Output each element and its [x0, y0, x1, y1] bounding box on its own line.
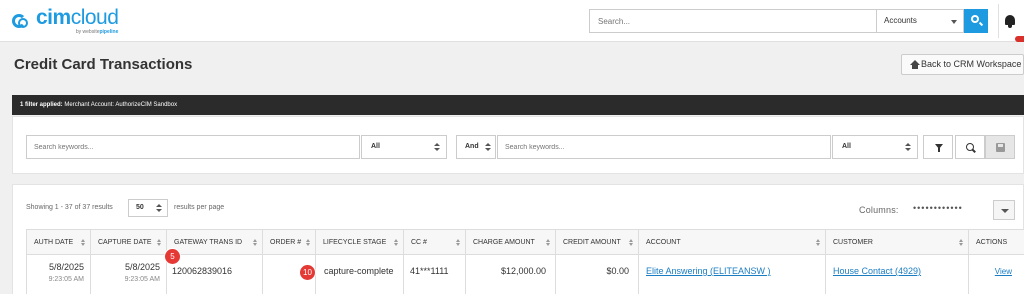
cell-charge-amount: $12,000.00 — [465, 255, 555, 294]
cimcloud-logo[interactable]: cimcloud by websitepipeline — [12, 6, 119, 35]
header-lifecycle-stage[interactable]: LIFECYCLE STAGE — [315, 230, 403, 255]
header-capture-date[interactable]: CAPTURE DATE — [90, 230, 166, 255]
applied-filters-bar: 1 filter applied: Merchant Account: Auth… — [12, 95, 1024, 115]
keyword-search-input-2[interactable] — [497, 135, 831, 159]
header-order-number[interactable]: ORDER # — [262, 230, 315, 255]
logo-tagline: by websitepipeline — [75, 29, 119, 35]
per-page-value: 50 — [136, 204, 144, 211]
filter-description: Merchant Account: AuthorizeCIM Sandbox — [64, 102, 178, 108]
cell-account: Elite Answering (ELITEANSW ) — [638, 255, 825, 294]
notifications-bell-icon[interactable] — [1003, 14, 1017, 28]
header-account[interactable]: ACCOUNT — [638, 230, 825, 255]
top-navigation-bar: cimcloud by websitepipeline Accounts — [0, 0, 1024, 42]
results-per-page-select[interactable]: 50 — [128, 199, 168, 217]
search-icon — [971, 15, 979, 23]
header-gateway-trans-id[interactable]: GATEWAY TRANS ID — [166, 230, 262, 255]
sort-icon — [959, 239, 964, 247]
caret-down-icon — [951, 20, 957, 24]
header-cc-number[interactable]: CC # — [403, 230, 465, 255]
account-link[interactable]: Elite Answering (ELITEANSW ) — [646, 266, 771, 276]
filter-button[interactable] — [923, 135, 953, 159]
conjunction-value: And — [465, 143, 479, 150]
search-button[interactable] — [955, 135, 985, 159]
cimcloud-logo-icon — [12, 10, 34, 32]
header-charge-amount[interactable]: CHARGE AMOUNT — [465, 230, 555, 255]
back-to-crm-workspace-button[interactable]: Back to CRM Workspace — [901, 54, 1024, 75]
header-auth-date[interactable]: AUTH DATE — [26, 230, 90, 255]
sort-icon — [253, 239, 258, 247]
updown-arrows-icon — [485, 143, 491, 152]
header-actions: ACTIONS — [968, 230, 1024, 255]
annotation-badge-5: 5 — [165, 249, 180, 264]
home-icon — [910, 60, 920, 69]
filter-count: 1 filter applied: — [20, 102, 63, 108]
search-scope-select[interactable]: Accounts — [876, 9, 964, 33]
sort-icon — [546, 239, 551, 247]
cell-customer: House Contact (4929) — [825, 255, 968, 294]
updown-arrows-icon — [434, 143, 440, 152]
cell-credit-amount: $0.00 — [555, 255, 638, 294]
search-icon — [966, 143, 974, 151]
cell-cc-number: 41***1111 — [403, 255, 465, 294]
global-search-input[interactable] — [589, 9, 876, 33]
search-field-1-value: All — [371, 143, 380, 150]
cell-capture-date: 5/8/2025 9:23:05 AM — [90, 255, 166, 294]
cell-lifecycle-stage: capture-complete — [315, 255, 403, 294]
global-search-button[interactable] — [964, 9, 988, 33]
header-credit-amount[interactable]: CREDIT AMOUNT — [555, 230, 638, 255]
keyword-search-input-1[interactable] — [26, 135, 360, 159]
per-page-label: results per page — [174, 204, 225, 211]
search-scope-value: Accounts — [884, 16, 917, 25]
save-icon — [996, 143, 1005, 152]
filter-icon — [935, 144, 943, 152]
columns-selector[interactable]: •••••••••••• — [913, 203, 963, 213]
updown-arrows-icon — [156, 204, 162, 213]
sort-icon — [816, 239, 821, 247]
page-title: Credit Card Transactions — [14, 56, 193, 73]
customer-link[interactable]: House Contact (4929) — [833, 266, 921, 276]
divider — [998, 4, 999, 38]
search-field-2-value: All — [842, 143, 851, 150]
cell-gateway-trans-id: 120062839016 — [166, 255, 262, 294]
header-customer[interactable]: CUSTOMER — [825, 230, 968, 255]
sort-icon — [157, 239, 162, 247]
search-field-select-1[interactable]: All — [361, 135, 447, 159]
columns-dropdown-button[interactable] — [993, 200, 1015, 220]
sort-icon — [629, 239, 634, 247]
cell-actions: View — [968, 255, 1024, 294]
search-field-select-2[interactable]: All — [832, 135, 918, 159]
sort-icon — [394, 239, 399, 247]
logo-word-bold: cim — [36, 6, 71, 29]
sort-icon — [81, 239, 86, 247]
notification-badge — [1015, 36, 1024, 42]
updown-arrows-icon — [905, 143, 911, 152]
sort-icon — [456, 239, 461, 247]
conjunction-select[interactable]: And — [456, 135, 496, 159]
back-button-label: Back to CRM Workspace — [921, 59, 1022, 69]
cell-auth-date: 5/8/2025 9:23:05 AM — [26, 255, 90, 294]
annotation-badge-10: 10 — [300, 265, 315, 280]
logo-word-light: cloud — [70, 6, 119, 29]
sort-icon — [306, 239, 311, 247]
view-link[interactable]: View — [995, 267, 1012, 276]
results-count: Showing 1 - 37 of 37 results — [26, 204, 113, 211]
columns-label: Columns: — [859, 205, 899, 215]
save-search-button[interactable] — [985, 135, 1015, 159]
